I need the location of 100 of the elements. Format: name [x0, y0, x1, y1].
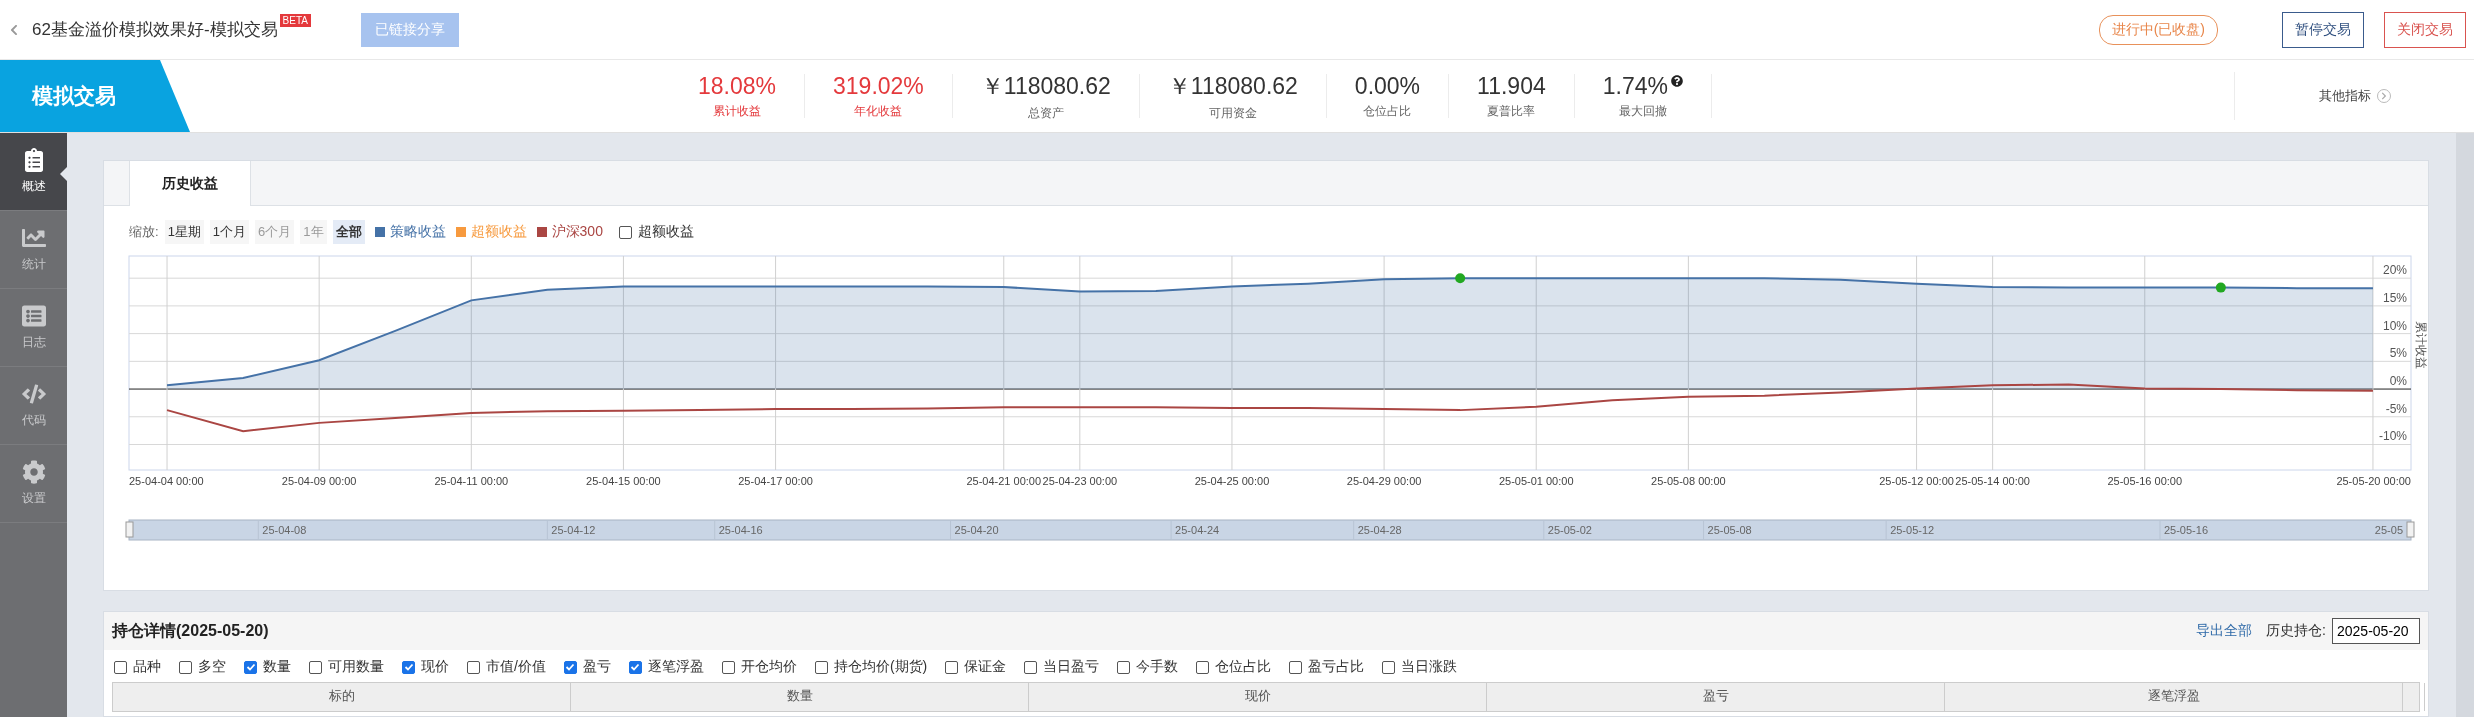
- back-icon[interactable]: [8, 23, 20, 36]
- navigator-label: 25-05-12: [1890, 524, 1935, 536]
- x-tick-label: 25-04-09 00:00: [281, 475, 357, 487]
- checkbox[interactable]: [179, 660, 192, 674]
- navigator-label: 25-05-02: [1547, 524, 1592, 536]
- checkbox-label: 仓位占比: [1215, 658, 1272, 676]
- checkbox-label: 持仓均价(期货): [833, 658, 928, 676]
- x-tick-label: 25-04-11 00:00: [434, 475, 509, 487]
- close-trading-button[interactable]: 关闭交易: [2384, 11, 2466, 48]
- navigator-label: 25-05-16: [2164, 524, 2209, 536]
- checkbox[interactable]: [618, 225, 632, 239]
- x-tick-label: 25-04-15 00:00: [586, 475, 661, 487]
- column-header: 标的: [113, 683, 571, 711]
- date-field[interactable]: 2025-05-20: [2332, 618, 2420, 644]
- navigator-label: 25-04-16: [718, 524, 763, 536]
- checkbox[interactable]: [563, 660, 577, 674]
- holdings-title: 持仓详情(2025-05-20): [112, 620, 269, 641]
- stat-value: 18.08%: [698, 72, 776, 100]
- checkbox-label: 逐笔浮盈: [647, 658, 704, 676]
- stat-label: 总资产: [1027, 104, 1064, 122]
- settings-icon: [21, 460, 46, 484]
- x-tick-label: 25-04-29 00:00: [1346, 475, 1422, 487]
- checkbox-label: 数量: [263, 658, 291, 676]
- checkbox[interactable]: [114, 660, 127, 674]
- navigator-label: 25-04-12: [551, 524, 596, 536]
- stat-label: 累计收益: [713, 102, 761, 120]
- chart-icon: [21, 226, 46, 250]
- y-axis-title: 累计收益: [2414, 320, 2428, 369]
- navigator-label: 25-05-08: [1707, 524, 1752, 536]
- stat-value: 0.00%: [1354, 72, 1421, 100]
- sidebar-item[interactable]: 概述: [0, 133, 67, 211]
- checkbox[interactable]: [945, 660, 959, 674]
- navigator-handle[interactable]: [2406, 521, 2415, 538]
- checkbox[interactable]: [244, 660, 257, 674]
- navigator-label: 25-04-24: [1175, 524, 1220, 536]
- y-tick-label: -10%: [2379, 429, 2407, 444]
- help-icon[interactable]: [1670, 74, 1683, 87]
- x-tick-label: 25-05-08 00:00: [1651, 475, 1726, 487]
- column-header: 逐笔浮盈: [1945, 683, 2403, 711]
- y-tick-label: 15%: [2382, 290, 2407, 305]
- checkbox-label: 保证金: [964, 658, 1007, 676]
- checkbox[interactable]: [402, 660, 415, 674]
- checkbox[interactable]: [309, 660, 322, 674]
- navigator-label: 25-05: [2374, 524, 2403, 536]
- y-tick-label: -5%: [2385, 401, 2407, 416]
- page-title: 62基金溢价模拟效果好-模拟交易: [32, 19, 278, 41]
- navigator-label: 25-04-28: [1357, 524, 1402, 536]
- stat-label: 最大回撤: [1618, 102, 1667, 120]
- checkbox[interactable]: [467, 660, 480, 674]
- column-header: 盈亏: [1487, 683, 1945, 711]
- x-tick-label: 25-04-17 00:00: [738, 475, 813, 487]
- y-tick-label: 0%: [2389, 374, 2407, 389]
- pause-trading-button[interactable]: 暂停交易: [2282, 11, 2364, 48]
- zoom-label: 缩放:: [129, 223, 159, 241]
- checkbox[interactable]: [628, 660, 642, 674]
- checkbox-label: 多空: [198, 658, 226, 676]
- checkbox[interactable]: [1024, 660, 1038, 674]
- x-tick-label: 25-04-21 00:00: [966, 475, 1042, 487]
- history-label: 历史持仓:: [2266, 622, 2326, 640]
- status-pill: 进行中(已收盘): [2098, 14, 2218, 45]
- checkbox[interactable]: [814, 660, 828, 674]
- export-all-link[interactable]: 导出全部: [2196, 622, 2253, 640]
- legend-item[interactable]: 沪深300: [536, 223, 603, 241]
- other-metrics-link[interactable]: 其他指标: [2318, 87, 2371, 105]
- checkbox-label: 开仓均价: [740, 658, 797, 676]
- scrollbar[interactable]: [2456, 133, 2474, 717]
- x-tick-label: 25-05-16 00:00: [2107, 475, 2183, 487]
- stat-value: 11.904: [1477, 72, 1546, 100]
- navigator-handle[interactable]: [125, 521, 134, 538]
- stat-value: 319.02%: [833, 72, 924, 100]
- x-tick-label: 25-05-20 00:00: [2336, 475, 2411, 487]
- checkbox-label: 市值/价值: [486, 658, 546, 676]
- checkbox[interactable]: [721, 660, 735, 674]
- navigator-label: 25-04-20: [954, 524, 999, 536]
- column-header: 现价: [1029, 683, 1487, 711]
- zoom-button[interactable]: 全部: [332, 220, 365, 244]
- stat-label: 可用资金: [1208, 104, 1257, 122]
- code-icon: [21, 382, 46, 406]
- checkbox-label: 今手数: [1136, 658, 1179, 676]
- x-tick-label: 25-05-12 00:00: [1879, 475, 1954, 487]
- x-tick-label: 25-05-14 00:00: [1955, 475, 2030, 487]
- legend-item[interactable]: 策略收益: [374, 223, 446, 241]
- checkbox-label: 品种: [133, 658, 161, 676]
- checkbox-label: 盈亏: [582, 658, 611, 676]
- stat-label: 年化收益: [854, 102, 903, 120]
- stat-value: ￥118080.62: [1167, 71, 1298, 101]
- y-tick-label: 10%: [2382, 318, 2407, 333]
- list-icon: [21, 304, 46, 328]
- stat-label: 夏普比率: [1487, 102, 1536, 120]
- zoom-button[interactable]: 1个月: [209, 220, 250, 244]
- tab[interactable]: 历史收益: [129, 161, 251, 206]
- checkbox[interactable]: [1289, 660, 1303, 674]
- navigator-label: 25-04-08: [262, 524, 307, 536]
- x-tick-label: 25-04-04 00:00: [129, 475, 204, 487]
- checkbox[interactable]: [1196, 660, 1210, 674]
- checkbox-label: 现价: [421, 658, 449, 676]
- zoom-button[interactable]: 1星期: [164, 220, 204, 244]
- checkbox-label: 盈亏占比: [1308, 658, 1365, 676]
- checkbox[interactable]: [1382, 660, 1396, 674]
- checkbox[interactable]: [1117, 660, 1131, 674]
